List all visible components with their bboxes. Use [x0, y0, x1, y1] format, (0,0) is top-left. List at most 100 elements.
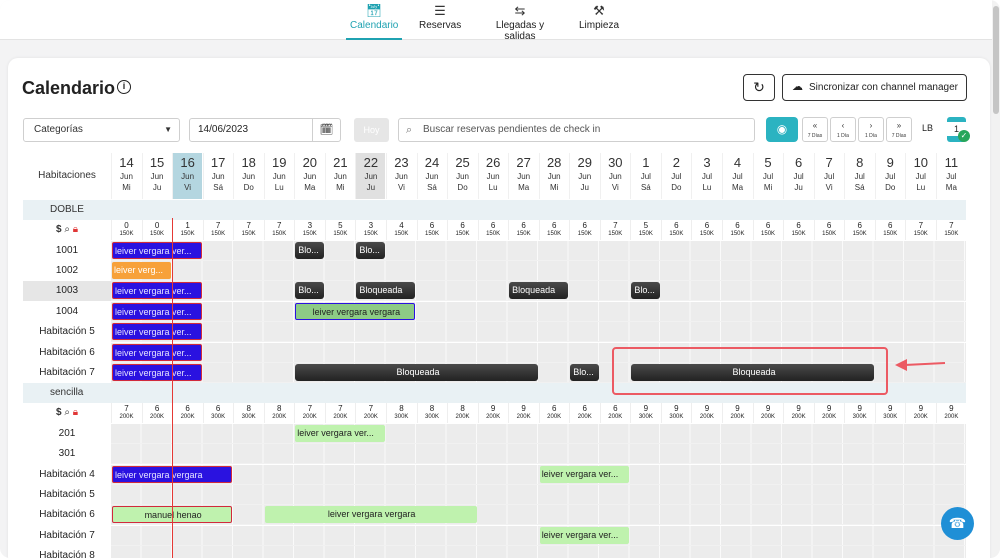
room-row[interactable] — [111, 464, 966, 485]
tab-limpieza[interactable]: ⚒ Limpieza — [578, 2, 620, 38]
blocked-bar[interactable]: Blo... — [356, 241, 385, 259]
availability-cell[interactable]: 9 300K — [660, 403, 691, 424]
reservation-bar[interactable]: leiver verg... — [112, 261, 172, 279]
availability-cell[interactable]: 9 300K — [630, 403, 660, 424]
day-header[interactable]: 3 Jul Lu — [691, 153, 721, 199]
day-header[interactable]: 15 Jun Ju — [141, 153, 172, 199]
availability-cell[interactable]: 8 200K — [263, 403, 294, 424]
availability-cell[interactable]: 9 200K — [508, 403, 538, 424]
availability-cell[interactable]: 6 200K — [172, 403, 202, 424]
availability-cell[interactable]: 6 150K — [447, 220, 477, 240]
day-header[interactable]: 2 Jul Do — [660, 153, 691, 199]
availability-cell[interactable]: 7 200K — [324, 403, 355, 424]
availability-cell[interactable]: 9 200K — [783, 403, 813, 424]
availability-cell[interactable]: 7 150K — [202, 220, 233, 240]
back-1-day-button[interactable]: ‹ 1 Día — [830, 117, 856, 142]
forward-7-days-button[interactable]: » 7 Días — [886, 117, 912, 142]
search-input[interactable]: ⌕ Buscar reservas pendientes de check in — [398, 118, 755, 142]
availability-cell[interactable]: 7 200K — [355, 403, 385, 424]
availability-cell[interactable]: 6 150K — [569, 220, 599, 240]
reservation-bar[interactable]: leiver vergara ver... — [112, 302, 202, 320]
reservation-bar[interactable]: leiver vergara ver... — [539, 465, 630, 483]
day-header[interactable]: 30 Jun Vi — [599, 153, 630, 199]
availability-cell[interactable]: 6 200K — [538, 403, 569, 424]
availability-cell[interactable]: 7 150K — [263, 220, 294, 240]
room-row[interactable] — [111, 505, 966, 526]
availability-cell[interactable]: 9 200K — [813, 403, 844, 424]
availability-cell[interactable]: 6 200K — [141, 403, 172, 424]
availability-cell[interactable]: 9 300K — [874, 403, 905, 424]
availability-cell[interactable]: 9 200K — [752, 403, 783, 424]
day-header[interactable]: 17 Jun Sá — [202, 153, 233, 199]
room-row[interactable] — [111, 260, 966, 281]
info-icon[interactable]: i — [117, 80, 131, 94]
day-header[interactable]: 20 Jun Ma — [294, 153, 324, 199]
availability-cell[interactable]: 9 200K — [691, 403, 721, 424]
availability-cell[interactable]: 7 150K — [233, 220, 263, 240]
room-label[interactable]: 301 — [23, 444, 111, 464]
room-label[interactable]: Habitación 6 — [23, 505, 111, 525]
availability-cell[interactable]: 9 200K — [935, 403, 966, 424]
day-header[interactable]: 25 Jun Do — [447, 153, 477, 199]
blocked-bar[interactable]: Bloqueada — [295, 363, 538, 381]
tab-calendario[interactable]: 📅︎ Calendario — [346, 2, 402, 40]
today-button[interactable]: Hoy — [354, 118, 389, 142]
lock-icon[interactable]: 🔒︎ — [73, 224, 78, 235]
tab-llegadas-salidas[interactable]: ⇆ Llegadas y salidas — [480, 2, 560, 42]
availability-cell[interactable]: 7 200K — [111, 403, 141, 424]
search-icon[interactable]: ⌕ — [64, 407, 72, 418]
room-label[interactable]: 1004 — [23, 302, 111, 322]
availability-cell[interactable]: 8 300K — [416, 403, 447, 424]
availability-cell[interactable]: 7 150K — [905, 220, 935, 240]
availability-cell[interactable]: 0 150K — [141, 220, 172, 240]
room-label[interactable]: 1003 — [23, 281, 111, 302]
day-header[interactable]: 26 Jun Lu — [477, 153, 508, 199]
room-label[interactable]: Habitación 5 — [23, 485, 111, 505]
availability-cell[interactable]: 8 300K — [233, 403, 263, 424]
room-row[interactable] — [111, 525, 966, 546]
day-header[interactable]: 7 Jul Vi — [813, 153, 844, 199]
tab-reservas[interactable]: ☰ Reservas — [419, 2, 461, 38]
availability-cell[interactable]: 6 300K — [202, 403, 233, 424]
day-header[interactable]: 18 Jun Do — [233, 153, 263, 199]
availability-cell[interactable]: 4 150K — [385, 220, 416, 240]
availability-cell[interactable]: 9 200K — [477, 403, 508, 424]
availability-cell[interactable]: 9 200K — [722, 403, 752, 424]
day-header[interactable]: 21 Jun Mi — [324, 153, 355, 199]
room-label[interactable]: Habitación 4 — [23, 465, 111, 485]
day-header[interactable]: 6 Jul Ju — [783, 153, 813, 199]
pending-count-badge[interactable]: 1 ✓ — [947, 117, 970, 142]
availability-cell[interactable]: 6 150K — [813, 220, 844, 240]
blocked-bar[interactable]: Blo... — [295, 282, 324, 300]
day-header[interactable]: 19 Jun Lu — [263, 153, 294, 199]
support-chat-icon[interactable]: ☎ — [941, 507, 974, 540]
back-7-days-button[interactable]: «7 Días — [802, 117, 828, 142]
reservation-bar[interactable]: leiver vergara ver... — [112, 343, 202, 361]
blocked-bar[interactable]: Bloqueada — [356, 282, 416, 300]
day-header[interactable]: 5 Jul Mi — [752, 153, 783, 199]
day-header[interactable]: 16 Jun Vi — [172, 153, 203, 199]
availability-cell[interactable]: 6 200K — [599, 403, 630, 424]
room-label[interactable]: Habitación 8 — [23, 546, 111, 558]
availability-cell[interactable]: 6 150K — [691, 220, 721, 240]
room-label[interactable]: Habitación 5 — [23, 322, 111, 342]
availability-cell[interactable]: 0 150K — [111, 220, 141, 240]
scrollbar-thumb[interactable] — [993, 6, 999, 114]
availability-cell[interactable]: 7 200K — [294, 403, 324, 424]
blocked-bar[interactable]: Bloqueada — [509, 282, 569, 300]
availability-cell[interactable]: 6 150K — [722, 220, 752, 240]
availability-cell[interactable]: 8 300K — [385, 403, 416, 424]
sync-channel-manager-button[interactable]: ☁ Sincronizar con channel manager — [782, 74, 967, 101]
blocked-bar[interactable]: Blo... — [295, 241, 324, 259]
room-row[interactable] — [111, 485, 966, 505]
reservation-bar[interactable]: leiver vergara ver... — [112, 363, 202, 381]
availability-cell[interactable]: 6 200K — [569, 403, 599, 424]
room-label[interactable]: 1001 — [23, 241, 111, 261]
day-header[interactable]: 28 Jun Mi — [538, 153, 569, 199]
lb-label[interactable]: LB — [922, 123, 933, 133]
availability-cell[interactable]: 6 150K — [874, 220, 905, 240]
date-input[interactable]: 14/06/2023 🗓︎ — [189, 118, 341, 142]
eye-icon[interactable]: ◉ — [766, 117, 798, 142]
availability-cell[interactable]: 3 150K — [294, 220, 324, 240]
room-label[interactable]: Habitación 7 — [23, 526, 111, 546]
